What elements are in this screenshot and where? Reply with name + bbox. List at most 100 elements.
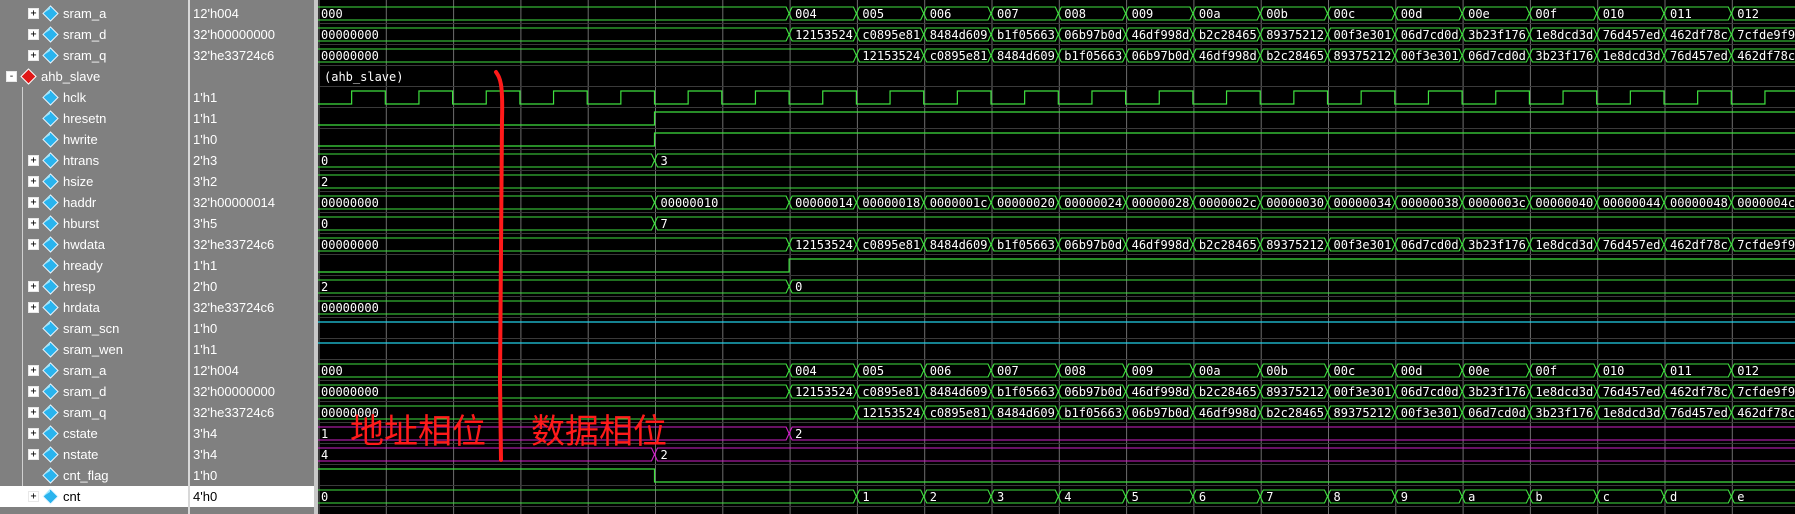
expand-button[interactable]: + [28, 365, 39, 376]
signal-diamond-icon [42, 194, 59, 211]
signal-name: hwrite [63, 132, 98, 147]
signal-value: 32'he33724c6 [193, 405, 275, 420]
signal-row-hready[interactable]: hready [0, 255, 188, 276]
expand-button[interactable]: + [28, 176, 39, 187]
tree-line [22, 297, 23, 318]
expand-button[interactable]: + [28, 281, 39, 292]
signal-name: hready [63, 258, 103, 273]
signal-row-nstate[interactable]: + nstate [0, 444, 188, 465]
expand-button[interactable]: + [28, 407, 39, 418]
signal-value: 2'h3 [193, 153, 218, 168]
signal-row-hwrite[interactable]: hwrite [0, 129, 188, 150]
signal-diamond-icon [42, 320, 59, 337]
signal-value: 3'h4 [193, 447, 218, 462]
waveform-pane[interactable]: 000 004 005 006 007 008 009 00a 00b 00c 00d 00e 00f 0… [318, 0, 1795, 514]
signal-name: ahb_slave [41, 69, 101, 84]
signal-row-sram_q[interactable]: + sram_q [0, 45, 188, 66]
expand-button[interactable]: + [28, 239, 39, 250]
collapse-button[interactable]: - [6, 71, 17, 82]
signal-name: cnt [63, 489, 81, 504]
signal-diamond-icon [42, 173, 59, 190]
waveform-window: + sram_a + sram_d + sram_q - ahb_slave hclk hrese… [0, 0, 1795, 514]
signal-row-haddr[interactable]: + haddr [0, 192, 188, 213]
expand-button[interactable]: + [28, 449, 39, 460]
signal-row-hsize[interactable]: + hsize [0, 171, 188, 192]
signal-row-sram_wen[interactable]: sram_wen [0, 339, 188, 360]
signal-name: sram_d [63, 384, 107, 399]
signal-row-cnt_flag[interactable]: cnt_flag [0, 465, 188, 486]
signal-row-sram_a[interactable]: + sram_a [0, 3, 188, 24]
signal-row-cnt[interactable]: + cnt [0, 486, 188, 507]
expand-button[interactable]: + [28, 386, 39, 397]
signal-diamond-icon [42, 278, 59, 295]
signal-diamond-icon [42, 383, 59, 400]
tree-line [22, 339, 23, 360]
tree-line [22, 234, 23, 255]
signal-name: hresetn [63, 111, 107, 126]
signal-row-sram_d[interactable]: + sram_d [0, 24, 188, 45]
signal-row-hrdata[interactable]: + hrdata [0, 297, 188, 318]
signal-value: 32'he33724c6 [193, 237, 275, 252]
tree-line [22, 213, 23, 234]
signal-name: sram_q [63, 405, 107, 420]
signal-row-htrans[interactable]: + htrans [0, 150, 188, 171]
expand-button[interactable]: + [28, 302, 39, 313]
signal-row-hclk[interactable]: hclk [0, 87, 188, 108]
signal-diamond-icon [42, 257, 59, 274]
signal-row-hresetn[interactable]: hresetn [0, 108, 188, 129]
data-phase-label: 数据相位 [531, 412, 667, 452]
signal-row-hresp[interactable]: + hresp [0, 276, 188, 297]
signal-name: hsize [63, 174, 94, 189]
expand-button[interactable]: + [28, 155, 39, 166]
tree-line [22, 171, 23, 192]
signal-value: 3'h5 [193, 216, 218, 231]
signal-value-panel: 12'h004 32'h00000000 32'he33724c6 1'h1 1'h1 1… [190, 0, 314, 514]
signal-value: 32'he33724c6 [193, 48, 275, 63]
signal-diamond-icon [42, 215, 59, 232]
signal-row-sram_scn[interactable]: sram_scn [0, 318, 188, 339]
tree-line [22, 108, 23, 129]
expand-button[interactable]: + [28, 50, 39, 61]
signal-name: hclk [63, 90, 87, 105]
signal-name: hrdata [63, 300, 100, 315]
signal-name: sram_a [63, 6, 107, 21]
signal-value: 1'h1 [193, 342, 218, 357]
signal-diamond-icon [42, 236, 59, 253]
tree-line [22, 465, 23, 486]
signal-diamond-icon [42, 89, 59, 106]
expand-button[interactable]: + [28, 428, 39, 439]
tree-line [22, 423, 23, 444]
expand-button[interactable]: + [28, 197, 39, 208]
tree-line [22, 381, 23, 402]
signal-row-sram_q[interactable]: + sram_q [0, 402, 188, 423]
signal-value: 3'h2 [193, 174, 218, 189]
signal-name: cstate [63, 426, 98, 441]
signal-row-sram_d[interactable]: + sram_d [0, 381, 188, 402]
signal-row-sram_a[interactable]: + sram_a [0, 360, 188, 381]
signal-row-ahb_slave[interactable]: - ahb_slave [0, 66, 188, 87]
signal-row-hburst[interactable]: + hburst [0, 213, 188, 234]
signal-name: haddr [63, 195, 97, 210]
signal-name: hresp [63, 279, 96, 294]
signal-diamond-icon [42, 26, 59, 43]
group-diamond-icon [20, 68, 37, 85]
signal-value: 32'h00000000 [193, 384, 276, 399]
signal-name: cnt_flag [63, 468, 109, 483]
signal-name: sram_scn [63, 321, 120, 336]
expand-button[interactable]: + [28, 29, 39, 40]
signal-diamond-icon [42, 47, 59, 64]
signal-diamond-icon [42, 446, 59, 463]
expand-button[interactable]: + [28, 8, 39, 19]
signal-value: 1'h0 [193, 321, 218, 336]
signal-row-hwdata[interactable]: + hwdata [0, 234, 188, 255]
signal-value [190, 66, 314, 87]
signal-value: 4'h0 [190, 486, 314, 507]
signal-value: 1'h0 [193, 468, 218, 483]
signal-name: sram_a [63, 363, 107, 378]
signal-name: sram_d [63, 27, 107, 42]
signal-name: hburst [63, 216, 100, 231]
tree-line [22, 444, 23, 465]
expand-button[interactable]: + [28, 491, 39, 502]
signal-row-cstate[interactable]: + cstate [0, 423, 188, 444]
expand-button[interactable]: + [28, 218, 39, 229]
